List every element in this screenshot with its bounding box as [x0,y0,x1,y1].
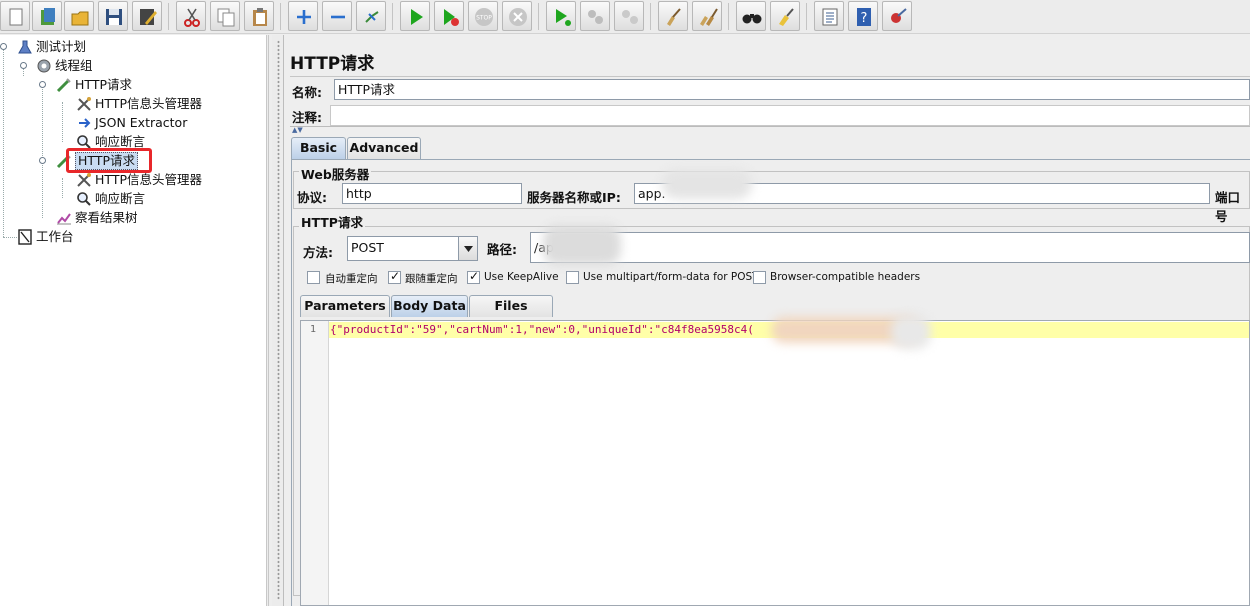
start-icon[interactable] [400,1,430,31]
tree-node-label: 测试计划 [36,39,87,54]
protocol-label: 协议: [297,190,327,205]
stop-icon[interactable]: STOP [468,1,498,31]
svg-text:?: ? [861,11,868,26]
workbench-icon [17,229,33,245]
tree-node-label: HTTP信息头管理器 [95,96,202,111]
reset-search-icon[interactable] [770,1,800,31]
test-plan-icon [17,39,33,55]
body-data-text[interactable]: {"productId":"59","cartNum":1,"new":0,"u… [330,323,754,336]
comment-field[interactable] [330,105,1250,126]
body-data-editor[interactable]: 1 {"productId":"59","cartNum":1,"new":0,… [300,315,1250,606]
expand-icon[interactable] [288,1,318,31]
port-label: 端口号 [1215,190,1241,224]
shutdown-icon[interactable] [502,1,532,31]
remote-exit-icon[interactable] [614,1,644,31]
web-server-group-label: Web服务器 [299,164,372,183]
keepalive-label: Use KeepAlive [484,271,559,283]
path-field[interactable]: /ap [530,232,1250,263]
svg-text:STOP: STOP [476,15,492,22]
redacted-area [891,315,931,349]
method-select[interactable]: POST [347,236,478,261]
clear-icon[interactable] [658,1,688,31]
tree-node-label: HTTP信息头管理器 [95,172,202,187]
follow-redirect-label: 跟随重定向 [405,273,458,285]
config-tool-icon [76,172,92,188]
tree-toggle-handle[interactable] [39,81,46,88]
name-field[interactable]: HTTP请求 [334,79,1250,100]
toggle-icon[interactable] [356,1,386,31]
line-number: 1 [310,324,317,335]
multipart-checkbox[interactable] [566,271,579,284]
test-plan-tree: 测试计划 线程组 HTTP请求 HTTP信息头管理器 JSON Extracto… [0,35,266,606]
tab-body-data[interactable]: Body Data [391,295,468,317]
config-tool-icon [76,96,92,112]
tab-advanced[interactable]: Advanced [347,137,421,159]
redacted-area [662,169,752,199]
page-title: HTTP请求 [290,54,375,74]
protocol-field[interactable]: http [342,183,522,204]
new-icon[interactable] [0,1,30,31]
path-label: 路径: [487,242,517,257]
tree-node-label: JSON Extractor [95,115,188,130]
copy-icon[interactable] [210,1,240,31]
log-viewer-icon[interactable] [882,1,912,31]
tree-toggle-handle[interactable] [0,43,7,50]
collapse-icon[interactable] [322,1,352,31]
browser-headers-label: Browser-compatible headers [770,271,921,283]
method-value: POST [351,240,384,255]
tab-files-upload[interactable]: Files Upload [469,295,553,333]
cut-icon[interactable] [176,1,206,31]
name-label: 名称: [292,85,322,100]
line-number-gutter: 1 [301,321,329,605]
auto-redirect-label: 自动重定向 [325,273,378,285]
function-helper-icon[interactable] [814,1,844,31]
tab-basic[interactable]: Basic [291,137,346,159]
comment-label: 注释: [292,110,322,125]
tree-node-label: 响应断言 [95,191,146,206]
splitter-grip [277,40,280,600]
sampler-icon [56,77,72,93]
tree-toggle-handle[interactable] [20,62,27,69]
open-icon[interactable] [64,1,94,31]
keepalive-checkbox[interactable] [467,269,480,284]
chevron-down-icon[interactable] [458,237,477,260]
save-icon[interactable] [98,1,128,31]
help-icon[interactable]: ? [848,1,878,31]
extractor-icon [76,115,92,131]
server-label: 服务器名称或IP: [527,190,621,205]
follow-redirect-checkbox[interactable] [388,269,401,284]
toolbar: STOP ? [0,0,1250,34]
paste-icon[interactable] [244,1,274,31]
tab-parameters[interactable]: Parameters [300,295,390,317]
auto-redirect-checkbox[interactable] [307,271,320,284]
remote-stop-icon[interactable] [580,1,610,31]
save-as-icon[interactable] [132,1,162,31]
remote-start-icon[interactable] [546,1,576,31]
listener-icon [56,210,72,226]
browser-headers-checkbox[interactable] [753,271,766,284]
http-request-group-label: HTTP请求 [299,212,365,231]
search-icon[interactable] [736,1,766,31]
splitter[interactable] [266,35,269,606]
redacted-area [543,225,621,265]
tree-node-label: 线程组 [55,58,93,73]
tree-node-label: 工作台 [36,229,74,244]
selection-annotation [66,148,152,173]
assertion-icon [76,191,92,207]
tree-node-label: 察看结果树 [75,210,138,225]
templates-icon[interactable] [32,1,62,31]
multipart-label: Use multipart/form-data for POST [583,271,759,283]
collapse-arrows-icon[interactable]: ▲▼ [292,126,303,134]
method-label: 方法: [303,245,333,260]
start-no-pause-icon[interactable] [434,1,464,31]
tree-node-label: HTTP请求 [75,77,132,92]
thread-group-icon [36,58,52,74]
clear-all-icon[interactable] [692,1,722,31]
tree-toggle-handle[interactable] [39,157,46,164]
